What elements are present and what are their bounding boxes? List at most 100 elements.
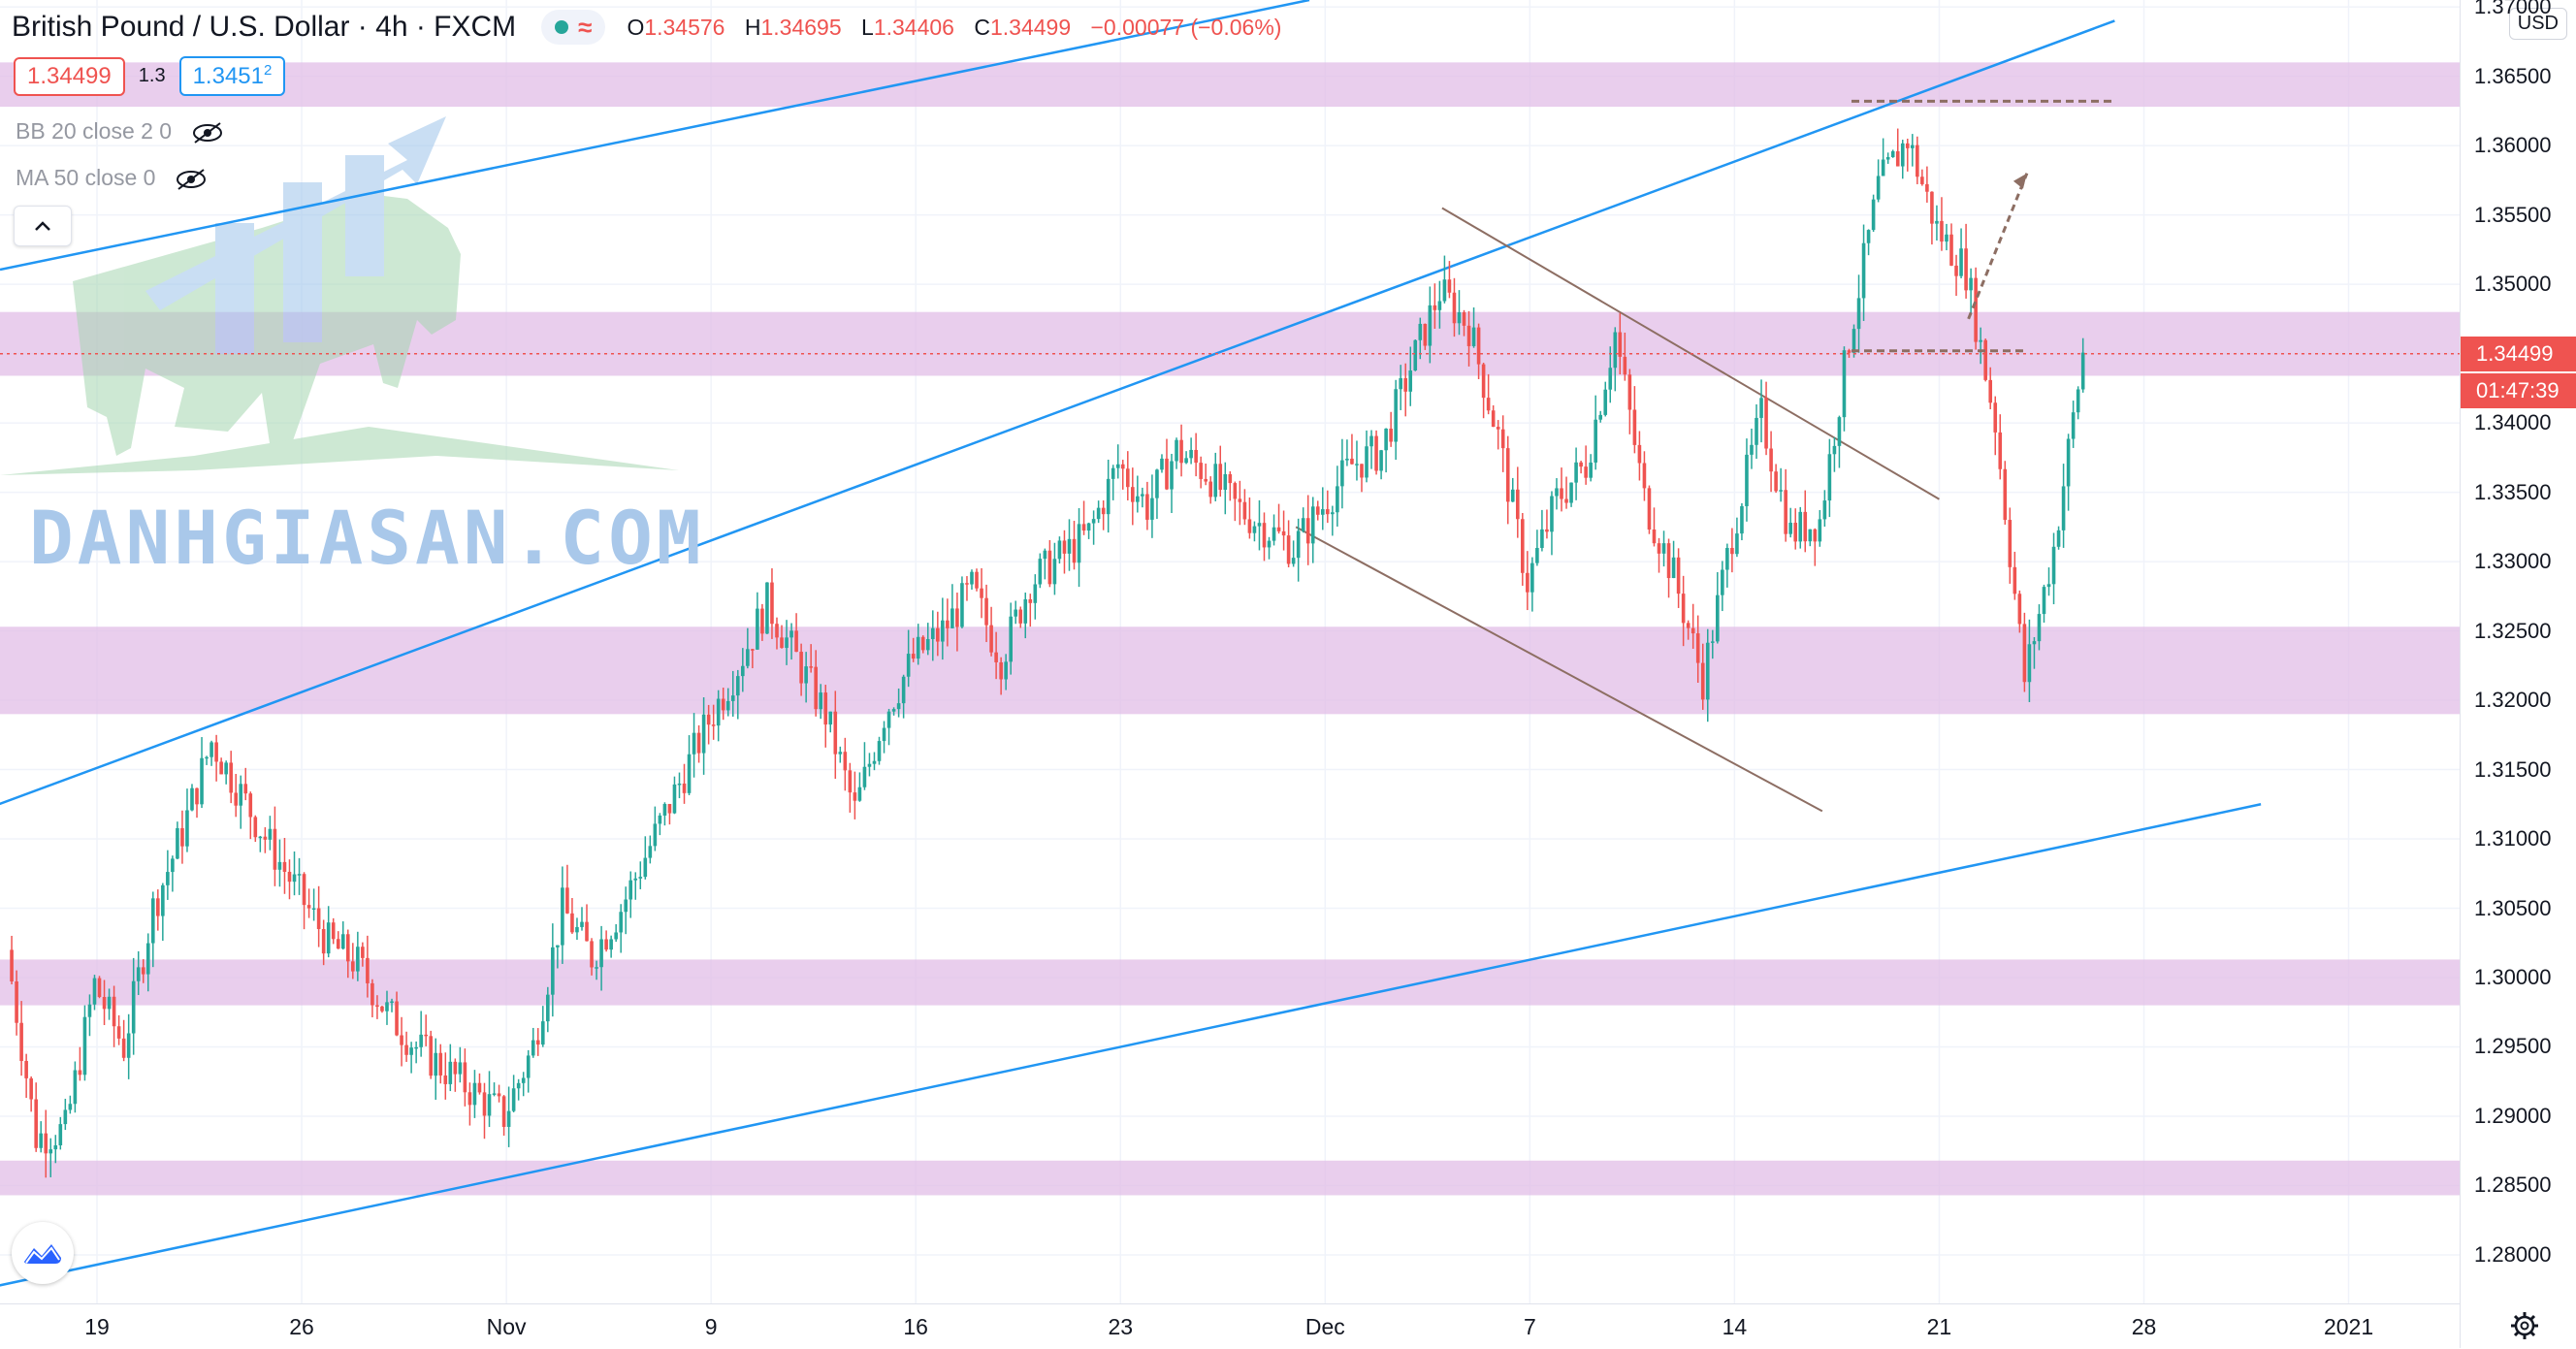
candle-body [696, 732, 701, 754]
candle-body [1695, 633, 1700, 663]
candle-body [1526, 572, 1530, 593]
candle-body [78, 1070, 82, 1076]
candle-body [570, 913, 574, 933]
candle-body [1916, 145, 1919, 177]
market-status-pill[interactable]: ≈ [541, 10, 606, 45]
candle-body [366, 957, 370, 983]
candle-body [419, 1034, 423, 1047]
candle-body [214, 742, 218, 762]
candle-body [1462, 312, 1466, 326]
candle-body [102, 997, 107, 1010]
candle-body [1081, 524, 1086, 531]
candle-body [141, 967, 145, 975]
candle-body [1086, 523, 1091, 531]
candle-body [448, 1061, 453, 1084]
candle-body [980, 588, 983, 598]
candle-body [735, 676, 740, 696]
candle-body [29, 1077, 33, 1100]
open-label: O [627, 14, 645, 40]
date-tick-label: 2021 [2323, 1314, 2374, 1339]
candle-body [1199, 463, 1203, 479]
candle-body [799, 652, 803, 684]
hidden-eye-icon[interactable] [175, 168, 208, 190]
candle-body [511, 1088, 516, 1111]
candle-body [2051, 546, 2056, 585]
candle-body [955, 608, 959, 627]
candle-body [662, 803, 667, 816]
candle-body [1379, 450, 1383, 471]
candle-body [535, 1040, 540, 1045]
candle-body [1885, 157, 1890, 160]
hidden-eye-icon[interactable] [191, 121, 224, 144]
candle-body [1106, 478, 1111, 515]
candle-body [492, 1093, 497, 1095]
candle-body [1803, 511, 1808, 542]
chart-canvas[interactable] [0, 0, 2460, 1303]
candle-body [1340, 460, 1344, 487]
candle-body [1808, 529, 1813, 542]
candle-body [833, 711, 838, 755]
price-tick-label: 1.33000 [2474, 549, 2552, 574]
chart-header: British Pound / U.S. Dollar · 4h · FXCM … [12, 8, 1281, 47]
candle-body [63, 1109, 68, 1125]
candle-body [234, 792, 239, 806]
candle-body [989, 625, 993, 653]
candle-body [1141, 494, 1144, 497]
sr-zone [0, 626, 2460, 715]
price-tick-label: 1.33500 [2474, 479, 2552, 504]
sr-zone [0, 62, 2460, 108]
candle-body [1305, 518, 1310, 544]
candle-body [1145, 494, 1149, 520]
symbol-title[interactable]: British Pound / U.S. Dollar · 4h · FXCM [12, 11, 516, 44]
candle-body [1067, 538, 1072, 554]
candle-body [1091, 519, 1096, 524]
candle-body [10, 949, 14, 981]
indicator-ma-label: MA 50 close 0 [16, 165, 156, 190]
candle-body [302, 874, 306, 906]
candle-body [1998, 432, 2003, 469]
candle-body [1218, 464, 1223, 491]
candle-body [1486, 398, 1491, 411]
candle-body [1394, 389, 1398, 442]
indicator-bb[interactable]: BB 20 close 2 0 [16, 118, 224, 145]
chevron-up-icon [35, 221, 50, 231]
candle-body [682, 783, 687, 793]
close-value: 1.34499 [989, 14, 1072, 40]
candle-body [819, 692, 823, 710]
candle-body [351, 961, 355, 972]
candle-body [1940, 220, 1944, 242]
candle-body [1228, 474, 1233, 484]
candle-body [1014, 609, 1018, 617]
candle-body [2032, 641, 2037, 645]
candle-body [1018, 609, 1023, 624]
time-scale[interactable]: 19 26 Nov 9 16 23 Dec 7 14 21 28 2021 [0, 1303, 2460, 1349]
buy-button[interactable]: 1.34512 [178, 56, 286, 96]
date-tick-label: 23 [1108, 1314, 1134, 1339]
candle-body [1618, 332, 1623, 357]
candle-body [1895, 150, 1900, 167]
candle-body [946, 620, 950, 628]
candle-body [1652, 530, 1657, 544]
candle-body [521, 1077, 526, 1083]
candle-body [1189, 449, 1193, 459]
candle-body [1262, 523, 1267, 548]
date-tick-label: 14 [1722, 1314, 1748, 1339]
collapse-legend-button[interactable] [14, 206, 72, 246]
candle-body [1213, 464, 1218, 498]
watermark-text: DANHGIASAN.COM [29, 495, 705, 581]
price-scale[interactable]: USD 1.37000 1.36500 1.36000 1.35500 1.35000 1… [2460, 0, 2576, 1348]
candle-body [370, 982, 374, 1006]
price-tick-label: 1.28500 [2474, 1172, 2552, 1198]
candle-body [126, 1033, 131, 1058]
sell-button[interactable]: 1.34499 [14, 56, 125, 96]
candle-body [1252, 526, 1257, 533]
candle-body [1979, 339, 1982, 342]
candle-body [1242, 501, 1247, 520]
candle-body [287, 871, 292, 883]
candle-body [336, 939, 340, 949]
indicator-ma[interactable]: MA 50 close 0 [16, 165, 208, 191]
candle-body [1925, 183, 1929, 192]
candle-body [1540, 529, 1544, 549]
gear-icon[interactable] [2508, 1309, 2541, 1342]
tradingview-logo-button[interactable] [12, 1222, 74, 1284]
